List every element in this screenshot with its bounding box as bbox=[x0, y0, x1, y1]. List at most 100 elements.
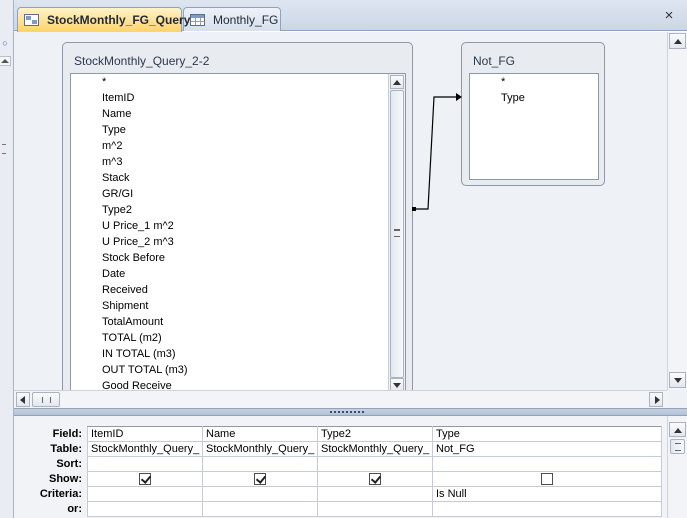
table-cell[interactable]: StockMonthly_Query_ bbox=[202, 441, 318, 457]
sort-cell[interactable] bbox=[202, 456, 318, 472]
table-cell[interactable]: StockMonthly_Query_ bbox=[317, 441, 433, 457]
scroll-down-arrow-icon[interactable] bbox=[669, 372, 686, 388]
scrollbar-corner bbox=[667, 390, 687, 408]
show-checkbox[interactable] bbox=[254, 473, 266, 485]
grid-row-or bbox=[87, 501, 662, 517]
grid-vertical-scrollbar[interactable] bbox=[667, 416, 687, 518]
scroll-left-arrow-icon[interactable] bbox=[16, 392, 30, 407]
show-checkbox[interactable] bbox=[541, 473, 553, 485]
grid-row-label: or: bbox=[67, 503, 82, 515]
field-list-item[interactable]: Name bbox=[102, 106, 131, 122]
field-cell[interactable]: ItemID bbox=[87, 426, 203, 442]
field-list-item[interactable]: GR/GI bbox=[102, 186, 133, 202]
grid-row-label: Table: bbox=[50, 443, 82, 455]
table-window-title[interactable]: Not_FG bbox=[473, 54, 515, 68]
field-list[interactable]: * Type bbox=[469, 73, 599, 180]
field-list-item[interactable]: TOTAL (m2) bbox=[102, 330, 162, 346]
tab-stockmonthly-fg-query[interactable]: StockMonthly_FG_Query bbox=[17, 7, 190, 32]
navigation-pane-edge: ○ bbox=[0, 0, 14, 518]
or-cell[interactable] bbox=[317, 501, 433, 517]
scroll-up-arrow-icon[interactable] bbox=[390, 75, 404, 89]
or-cell[interactable] bbox=[202, 501, 318, 517]
grid-row-sort bbox=[87, 456, 662, 472]
field-list-item[interactable]: Type bbox=[102, 122, 126, 138]
grid-row-table: StockMonthly_Query_ StockMonthly_Query_ St… bbox=[87, 441, 662, 457]
field-cell[interactable]: Name bbox=[202, 426, 318, 442]
or-cell[interactable] bbox=[87, 501, 203, 517]
table-window-not-fg[interactable]: Not_FG * Type bbox=[461, 42, 605, 186]
table-icon bbox=[190, 13, 205, 26]
table-cell[interactable]: StockMonthly_Query_ bbox=[87, 441, 203, 457]
criteria-cell[interactable] bbox=[317, 486, 433, 502]
scroll-track[interactable] bbox=[670, 50, 685, 370]
grid-row-label: Field: bbox=[52, 428, 82, 440]
field-list-item[interactable]: U Price_2 m^3 bbox=[102, 234, 174, 250]
scroll-up-arrow-icon[interactable] bbox=[669, 422, 686, 437]
query-design-grid: Field: Table: Sort: Show: Criteria: or: ItemI… bbox=[14, 416, 667, 518]
field-list-item[interactable]: Type bbox=[501, 90, 525, 106]
nav-scroll-up-button[interactable] bbox=[0, 56, 11, 66]
field-list-item[interactable]: Shipment bbox=[102, 298, 148, 314]
criteria-cell[interactable] bbox=[202, 486, 318, 502]
tab-label: StockMonthly_FG_Query bbox=[47, 13, 191, 27]
tab-monthly-fg[interactable]: Monthly_FG bbox=[183, 7, 281, 31]
field-list-item[interactable]: ItemID bbox=[102, 90, 134, 106]
sort-cell[interactable] bbox=[87, 456, 203, 472]
field-list-item[interactable]: Stock Before bbox=[102, 250, 165, 266]
scroll-thumb[interactable] bbox=[32, 392, 60, 407]
scroll-right-arrow-icon[interactable] bbox=[649, 392, 663, 407]
table-cell[interactable]: Not_FG bbox=[432, 441, 662, 457]
field-list-item[interactable]: m^2 bbox=[102, 138, 122, 154]
field-list-item[interactable]: TotalAmount bbox=[102, 314, 163, 330]
field-list-item[interactable]: Good Receive bbox=[102, 378, 172, 390]
close-icon[interactable]: × bbox=[663, 8, 675, 23]
field-list-item[interactable]: * bbox=[501, 74, 505, 90]
nav-splitter-grip-icon[interactable] bbox=[0, 142, 11, 156]
field-list-item[interactable]: m^3 bbox=[102, 154, 122, 170]
show-checkbox[interactable] bbox=[369, 473, 381, 485]
document-tab-bar: StockMonthly_FG_Query Monthly_FG × bbox=[14, 0, 687, 32]
sort-cell[interactable] bbox=[317, 456, 433, 472]
grid-row-field: ItemID Name Type2 Type bbox=[87, 426, 662, 442]
field-list-scrollbar[interactable] bbox=[388, 74, 405, 390]
show-cell[interactable] bbox=[87, 471, 203, 487]
show-cell[interactable] bbox=[317, 471, 433, 487]
grid-row-show bbox=[87, 471, 662, 487]
field-list-item[interactable]: Type2 bbox=[102, 202, 132, 218]
grid-row-label: Show: bbox=[49, 473, 82, 485]
field-cell[interactable]: Type bbox=[432, 426, 662, 442]
design-pane-horizontal-scrollbar[interactable] bbox=[14, 390, 667, 408]
scroll-thumb[interactable] bbox=[670, 439, 685, 454]
table-window-stockmonthly-query[interactable]: StockMonthly_Query_2-2 * ItemID Name Type m^… bbox=[62, 42, 413, 390]
scroll-thumb[interactable] bbox=[390, 90, 404, 378]
design-grid-table: ItemID Name Type2 Type StockMonthly_Query_ St… bbox=[87, 426, 662, 517]
field-list[interactable]: * ItemID Name Type m^2 m^3 Stack GR/GI Type2 U Pr… bbox=[70, 73, 406, 390]
field-list-item[interactable]: OUT TOTAL (m3) bbox=[102, 362, 188, 378]
show-cell[interactable] bbox=[432, 471, 662, 487]
criteria-cell[interactable]: Is Null bbox=[432, 486, 662, 502]
nav-chevron-icon[interactable]: ○ bbox=[0, 38, 10, 48]
field-list-item[interactable]: Date bbox=[102, 266, 125, 282]
field-list-item[interactable]: * bbox=[102, 74, 106, 90]
scroll-up-arrow-icon[interactable] bbox=[669, 33, 686, 49]
field-list-item[interactable]: Stack bbox=[102, 170, 130, 186]
grid-row-criteria: Is Null bbox=[87, 486, 662, 502]
table-window-title[interactable]: StockMonthly_Query_2-2 bbox=[74, 54, 209, 68]
show-cell[interactable] bbox=[202, 471, 318, 487]
field-list-item[interactable]: Received bbox=[102, 282, 148, 298]
pane-splitter[interactable] bbox=[14, 408, 687, 416]
field-list-item[interactable]: U Price_1 m^2 bbox=[102, 218, 174, 234]
scroll-down-arrow-icon[interactable] bbox=[390, 378, 404, 390]
design-pane-vertical-scrollbar[interactable] bbox=[667, 32, 687, 390]
query-icon bbox=[24, 14, 39, 26]
or-cell[interactable] bbox=[432, 501, 662, 517]
criteria-cell[interactable] bbox=[87, 486, 203, 502]
query-design-pane[interactable]: StockMonthly_Query_2-2 * ItemID Name Type m^… bbox=[14, 32, 667, 390]
sort-cell[interactable] bbox=[432, 456, 662, 472]
field-cell[interactable]: Type2 bbox=[317, 426, 433, 442]
grid-row-label: Sort: bbox=[56, 458, 82, 470]
tab-label: Monthly_FG bbox=[213, 12, 279, 27]
field-list-item[interactable]: IN TOTAL (m3) bbox=[102, 346, 176, 362]
show-checkbox[interactable] bbox=[139, 473, 151, 485]
grid-row-label: Criteria: bbox=[39, 488, 82, 500]
